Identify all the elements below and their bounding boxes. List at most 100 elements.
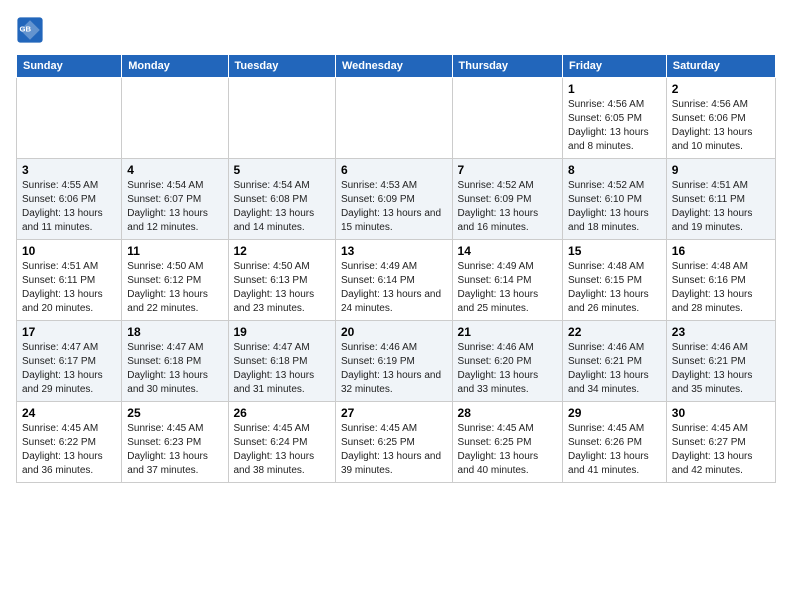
day-number: 1 bbox=[568, 82, 661, 96]
calendar-week-3: 10Sunrise: 4:51 AM Sunset: 6:11 PM Dayli… bbox=[17, 240, 776, 321]
day-number: 21 bbox=[458, 325, 557, 339]
calendar-week-1: 1 Sunrise: 4:56 AM Sunset: 6:05 PM Daylig… bbox=[17, 78, 776, 159]
day-number: 24 bbox=[22, 406, 116, 420]
calendar-cell: 28 Sunrise: 4:45 AM Sunset: 6:25 PM Dayli… bbox=[452, 402, 562, 483]
calendar-cell: 16 Sunrise: 4:48 AM Sunset: 6:16 PM Dayli… bbox=[666, 240, 775, 321]
day-info: Sunrise: 4:47 AM Sunset: 6:17 PM Dayligh… bbox=[22, 341, 116, 397]
logo-icon: GB bbox=[16, 16, 44, 44]
day-number: 4 bbox=[127, 163, 222, 177]
calendar-cell bbox=[335, 78, 452, 159]
day-number: 30 bbox=[672, 406, 770, 420]
day-info: Sunrise: 4:45 AM Sunset: 6:25 PM Dayligh… bbox=[341, 422, 447, 478]
day-info: Sunrise: 4:56 AM Sunset: 6:05 PM Dayligh… bbox=[568, 98, 661, 154]
calendar-cell: 29 Sunrise: 4:45 AM Sunset: 6:26 PM Dayli… bbox=[563, 402, 667, 483]
calendar-week-2: 3 Sunrise: 4:55 AM Sunset: 6:06 PM Daylig… bbox=[17, 159, 776, 240]
day-info: Sunrise: 4:52 AM Sunset: 6:09 PM Dayligh… bbox=[458, 179, 557, 235]
day-info: Sunrise: 4:50 AM Sunset: 6:12 PM Dayligh… bbox=[127, 260, 222, 316]
svg-text:GB: GB bbox=[20, 24, 32, 33]
calendar-cell: 27 Sunrise: 4:45 AM Sunset: 6:25 PM Dayli… bbox=[335, 402, 452, 483]
calendar-cell: 30Sunrise: 4:45 AM Sunset: 6:27 PM Dayli… bbox=[666, 402, 775, 483]
day-number: 9 bbox=[672, 163, 770, 177]
day-number: 18 bbox=[127, 325, 222, 339]
day-info: Sunrise: 4:46 AM Sunset: 6:20 PM Dayligh… bbox=[458, 341, 557, 397]
calendar-cell bbox=[17, 78, 122, 159]
day-info: Sunrise: 4:45 AM Sunset: 6:26 PM Dayligh… bbox=[568, 422, 661, 478]
calendar-cell: 12 Sunrise: 4:50 AM Sunset: 6:13 PM Dayli… bbox=[228, 240, 335, 321]
calendar-cell: 23Sunrise: 4:46 AM Sunset: 6:21 PM Dayli… bbox=[666, 321, 775, 402]
header-day-monday: Monday bbox=[122, 55, 228, 78]
day-info: Sunrise: 4:45 AM Sunset: 6:22 PM Dayligh… bbox=[22, 422, 116, 478]
day-number: 5 bbox=[234, 163, 330, 177]
day-info: Sunrise: 4:46 AM Sunset: 6:21 PM Dayligh… bbox=[568, 341, 661, 397]
calendar-cell: 9 Sunrise: 4:51 AM Sunset: 6:11 PM Daylig… bbox=[666, 159, 775, 240]
day-info: Sunrise: 4:48 AM Sunset: 6:16 PM Dayligh… bbox=[672, 260, 770, 316]
header-day-tuesday: Tuesday bbox=[228, 55, 335, 78]
day-info: Sunrise: 4:47 AM Sunset: 6:18 PM Dayligh… bbox=[234, 341, 330, 397]
calendar-table: SundayMondayTuesdayWednesdayThursdayFrid… bbox=[16, 54, 776, 483]
day-number: 16 bbox=[672, 244, 770, 258]
logo: GB bbox=[16, 16, 48, 44]
header-day-saturday: Saturday bbox=[666, 55, 775, 78]
header-day-sunday: Sunday bbox=[17, 55, 122, 78]
day-info: Sunrise: 4:51 AM Sunset: 6:11 PM Dayligh… bbox=[672, 179, 770, 235]
day-number: 27 bbox=[341, 406, 447, 420]
header-day-friday: Friday bbox=[563, 55, 667, 78]
day-number: 2 bbox=[672, 82, 770, 96]
day-number: 17 bbox=[22, 325, 116, 339]
day-info: Sunrise: 4:45 AM Sunset: 6:25 PM Dayligh… bbox=[458, 422, 557, 478]
calendar-cell: 18 Sunrise: 4:47 AM Sunset: 6:18 PM Dayli… bbox=[122, 321, 228, 402]
calendar-cell: 5 Sunrise: 4:54 AM Sunset: 6:08 PM Daylig… bbox=[228, 159, 335, 240]
header-day-thursday: Thursday bbox=[452, 55, 562, 78]
day-number: 26 bbox=[234, 406, 330, 420]
day-number: 28 bbox=[458, 406, 557, 420]
calendar-cell: 24 Sunrise: 4:45 AM Sunset: 6:22 PM Dayli… bbox=[17, 402, 122, 483]
calendar-cell: 11 Sunrise: 4:50 AM Sunset: 6:12 PM Dayli… bbox=[122, 240, 228, 321]
day-info: Sunrise: 4:45 AM Sunset: 6:24 PM Dayligh… bbox=[234, 422, 330, 478]
day-number: 15 bbox=[568, 244, 661, 258]
day-info: Sunrise: 4:56 AM Sunset: 6:06 PM Dayligh… bbox=[672, 98, 770, 154]
day-info: Sunrise: 4:52 AM Sunset: 6:10 PM Dayligh… bbox=[568, 179, 661, 235]
day-info: Sunrise: 4:53 AM Sunset: 6:09 PM Dayligh… bbox=[341, 179, 447, 235]
calendar-body: 1 Sunrise: 4:56 AM Sunset: 6:05 PM Daylig… bbox=[17, 78, 776, 483]
day-info: Sunrise: 4:54 AM Sunset: 6:08 PM Dayligh… bbox=[234, 179, 330, 235]
calendar-cell: 15 Sunrise: 4:48 AM Sunset: 6:15 PM Dayli… bbox=[563, 240, 667, 321]
calendar-cell: 4 Sunrise: 4:54 AM Sunset: 6:07 PM Daylig… bbox=[122, 159, 228, 240]
calendar-cell: 20 Sunrise: 4:46 AM Sunset: 6:19 PM Dayli… bbox=[335, 321, 452, 402]
day-number: 11 bbox=[127, 244, 222, 258]
calendar-cell: 21 Sunrise: 4:46 AM Sunset: 6:20 PM Dayli… bbox=[452, 321, 562, 402]
calendar-week-4: 17 Sunrise: 4:47 AM Sunset: 6:17 PM Dayli… bbox=[17, 321, 776, 402]
day-info: Sunrise: 4:46 AM Sunset: 6:21 PM Dayligh… bbox=[672, 341, 770, 397]
day-number: 12 bbox=[234, 244, 330, 258]
day-number: 29 bbox=[568, 406, 661, 420]
day-number: 22 bbox=[568, 325, 661, 339]
day-number: 7 bbox=[458, 163, 557, 177]
day-info: Sunrise: 4:50 AM Sunset: 6:13 PM Dayligh… bbox=[234, 260, 330, 316]
day-number: 19 bbox=[234, 325, 330, 339]
calendar-cell: 7 Sunrise: 4:52 AM Sunset: 6:09 PM Daylig… bbox=[452, 159, 562, 240]
day-info: Sunrise: 4:54 AM Sunset: 6:07 PM Dayligh… bbox=[127, 179, 222, 235]
day-number: 13 bbox=[341, 244, 447, 258]
day-info: Sunrise: 4:45 AM Sunset: 6:23 PM Dayligh… bbox=[127, 422, 222, 478]
calendar-cell bbox=[122, 78, 228, 159]
day-info: Sunrise: 4:46 AM Sunset: 6:19 PM Dayligh… bbox=[341, 341, 447, 397]
calendar-cell: 25Sunrise: 4:45 AM Sunset: 6:23 PM Dayli… bbox=[122, 402, 228, 483]
day-number: 6 bbox=[341, 163, 447, 177]
calendar-cell bbox=[228, 78, 335, 159]
calendar-header: SundayMondayTuesdayWednesdayThursdayFrid… bbox=[17, 55, 776, 78]
day-info: Sunrise: 4:48 AM Sunset: 6:15 PM Dayligh… bbox=[568, 260, 661, 316]
calendar-cell: 3 Sunrise: 4:55 AM Sunset: 6:06 PM Daylig… bbox=[17, 159, 122, 240]
calendar-cell: 10Sunrise: 4:51 AM Sunset: 6:11 PM Dayli… bbox=[17, 240, 122, 321]
day-info: Sunrise: 4:49 AM Sunset: 6:14 PM Dayligh… bbox=[458, 260, 557, 316]
day-info: Sunrise: 4:55 AM Sunset: 6:06 PM Dayligh… bbox=[22, 179, 116, 235]
day-number: 20 bbox=[341, 325, 447, 339]
calendar-cell: 13Sunrise: 4:49 AM Sunset: 6:14 PM Dayli… bbox=[335, 240, 452, 321]
day-number: 8 bbox=[568, 163, 661, 177]
header-day-wednesday: Wednesday bbox=[335, 55, 452, 78]
calendar-cell: 6 Sunrise: 4:53 AM Sunset: 6:09 PM Daylig… bbox=[335, 159, 452, 240]
calendar-cell: 14Sunrise: 4:49 AM Sunset: 6:14 PM Dayli… bbox=[452, 240, 562, 321]
calendar-cell: 2 Sunrise: 4:56 AM Sunset: 6:06 PM Daylig… bbox=[666, 78, 775, 159]
calendar-cell: 26 Sunrise: 4:45 AM Sunset: 6:24 PM Dayli… bbox=[228, 402, 335, 483]
day-number: 3 bbox=[22, 163, 116, 177]
day-info: Sunrise: 4:47 AM Sunset: 6:18 PM Dayligh… bbox=[127, 341, 222, 397]
calendar-cell: 22 Sunrise: 4:46 AM Sunset: 6:21 PM Dayli… bbox=[563, 321, 667, 402]
